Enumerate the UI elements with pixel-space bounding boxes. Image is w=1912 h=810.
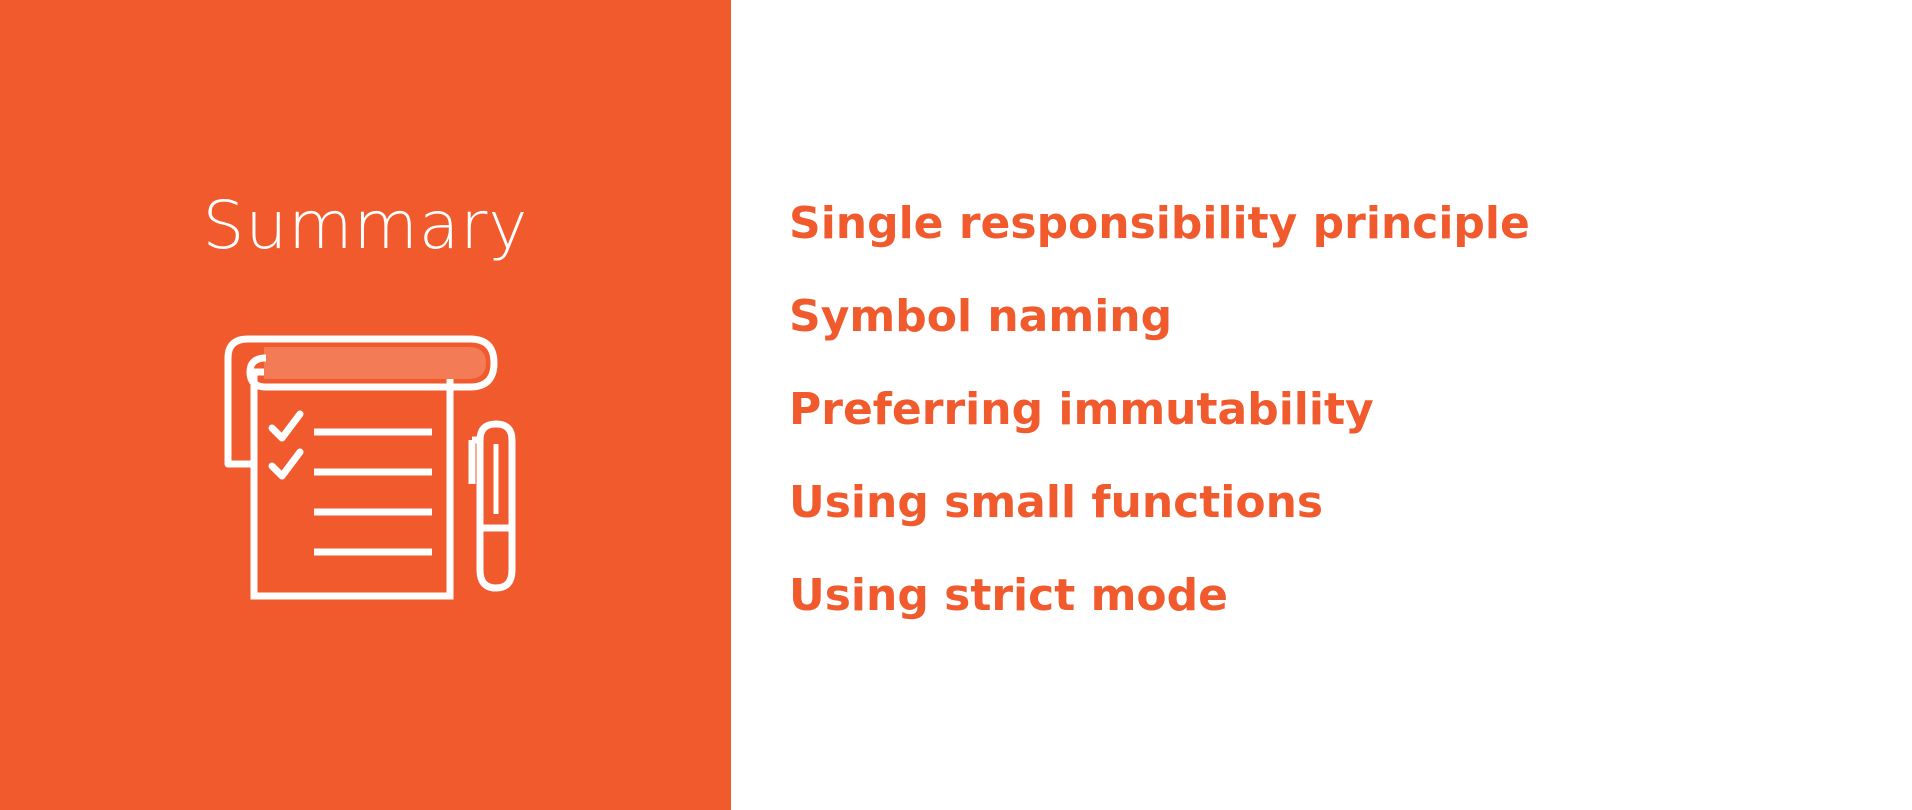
summary-list: Single responsibility principle Symbol n… — [789, 196, 1530, 661]
summary-item-preferring-immutability: Preferring immutability — [789, 384, 1374, 435]
summary-item-small-functions: Using small functions — [789, 477, 1324, 528]
summary-item-single-responsibility: Single responsibility principle — [789, 198, 1530, 249]
summary-item-symbol-naming: Symbol naming — [789, 291, 1173, 342]
checklist-notepad-and-pen-icon — [222, 334, 522, 602]
summary-panel: Summary — [0, 0, 731, 810]
slide-title: Summary — [202, 187, 529, 264]
summary-item-strict-mode: Using strict mode — [789, 570, 1228, 621]
summary-slide: Summary Single responsibility principle … — [0, 0, 1912, 810]
